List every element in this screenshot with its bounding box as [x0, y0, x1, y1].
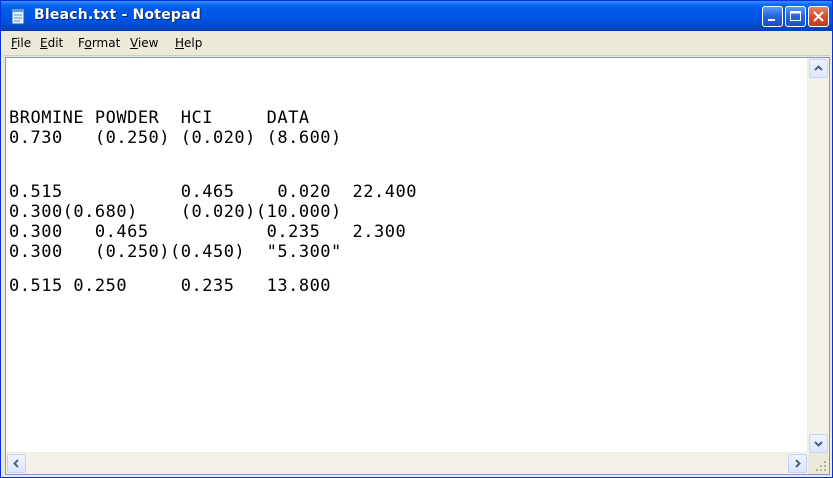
text-line-4: 0.515 0.465 0.020 22.400 [9, 182, 417, 202]
text-line-1: BROMINE POWDER HCI DATA [9, 108, 310, 128]
resize-grip[interactable] [808, 453, 829, 474]
minimize-button[interactable] [762, 6, 783, 27]
text-line-5: 0.300(0.680) (0.020)(10.000) [9, 202, 342, 222]
arrow-right-icon [795, 459, 801, 468]
notepad-icon[interactable] [9, 7, 27, 25]
text-line-2: 0.730 (0.250) (0.020) (8.600) [9, 128, 342, 148]
close-button[interactable] [808, 6, 829, 27]
menu-bar: File Edit Format View Help [4, 31, 830, 56]
text-editor[interactable]: BROMINE POWDER HCI DATA 0.730 (0.250) (0… [5, 57, 830, 475]
text-line-6: 0.300 0.465 0.235 2.300 [9, 222, 407, 242]
menu-view[interactable]: View [130, 36, 158, 50]
horizontal-scrollbar[interactable] [6, 452, 808, 474]
maximize-icon [790, 11, 801, 21]
arrow-up-icon [814, 65, 823, 71]
minimize-icon [768, 19, 775, 21]
menu-file[interactable]: File [11, 36, 31, 50]
notepad-window: Bleach.txt - Notepad File Edit Format Vi… [0, 0, 833, 478]
menu-edit[interactable]: Edit [40, 36, 63, 50]
text-line-7: 0.300 (0.250)(0.450) "5.300" [9, 242, 342, 262]
scroll-down-button[interactable] [809, 434, 828, 453]
scroll-right-button[interactable] [788, 454, 807, 473]
menu-help[interactable]: Help [175, 36, 202, 50]
scroll-up-button[interactable] [809, 59, 828, 78]
text-line-9: 0.515 0.250 0.235 13.800 [9, 276, 332, 296]
title-bar[interactable]: Bleach.txt - Notepad [1, 1, 832, 31]
vertical-scrollbar[interactable] [807, 58, 829, 454]
maximize-button[interactable] [785, 6, 806, 27]
document-text[interactable]: BROMINE POWDER HCI DATA 0.730 (0.250) (0… [9, 60, 799, 443]
close-icon [813, 11, 824, 22]
arrow-down-icon [814, 441, 823, 447]
menu-format[interactable]: Format [78, 36, 120, 50]
resize-grip-icon [816, 461, 826, 471]
window-title: Bleach.txt - Notepad [34, 7, 201, 23]
scroll-left-button[interactable] [7, 454, 26, 473]
arrow-left-icon [13, 459, 19, 468]
